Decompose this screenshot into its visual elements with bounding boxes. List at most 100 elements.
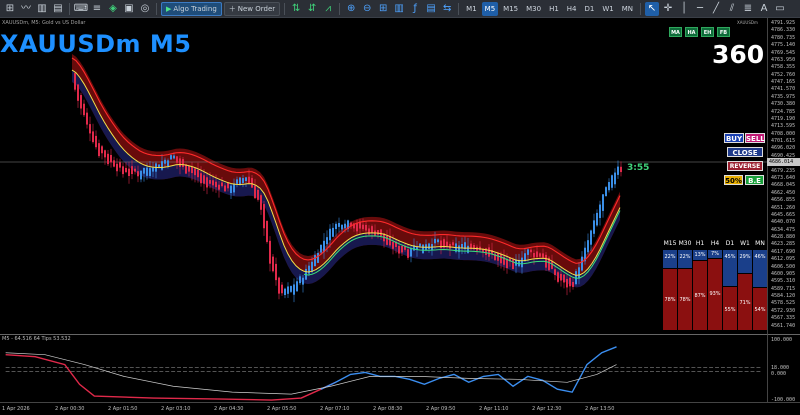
market-watch-icon[interactable]: ◈ [106, 2, 120, 16]
sell-chart-icon[interactable]: ⇵ [305, 2, 319, 16]
bar-countdown-timer: 3:55 [627, 163, 650, 173]
signals-icon[interactable]: ⩘ [321, 2, 335, 16]
bearish-candle [86, 112, 88, 125]
indicators-icon[interactable]: ▥ [392, 2, 406, 16]
strength-header-m30: M30 [678, 240, 692, 247]
fibonacci-icon[interactable]: ≣ [741, 2, 755, 16]
break-even-button[interactable]: B.E [745, 175, 764, 185]
text-tool-icon[interactable]: A [757, 2, 771, 16]
bearish-candle [212, 180, 214, 186]
strategy-tester-icon[interactable]: ◎ [138, 2, 152, 16]
vertical-line-icon[interactable]: │ [677, 2, 691, 16]
bearish-candle [110, 154, 112, 163]
zoom-out-icon[interactable]: ⊖ [360, 2, 374, 16]
bullish-candle [527, 249, 529, 255]
bearish-candle [77, 84, 79, 101]
timeframe-h1-button[interactable]: H1 [546, 2, 562, 16]
bearish-candle [275, 263, 277, 281]
close-half-button[interactable]: 50% [724, 175, 743, 185]
toolbar: ⊞ 〰 ▥ ▤ ⌨ ≡ ◈ ▣ ◎ ▶ Algo Trading ＋ New O… [0, 0, 800, 18]
sell-strength-cell: 93% [708, 259, 722, 330]
time-axis[interactable]: 1 Apr 2026 2 Apr 00:30 2 Apr 01:50 2 Apr 03… [0, 402, 800, 415]
bullish-candle [467, 245, 469, 253]
timeframe-m5-button[interactable]: M5 [481, 1, 499, 16]
candlestick-icon[interactable]: ▥ [35, 2, 49, 16]
price-tick-label: 4791.925 [771, 20, 796, 26]
bullish-candle [233, 183, 235, 193]
buy-button[interactable]: BUY [724, 133, 744, 143]
bullish-candle [326, 237, 328, 245]
price-tick-label: 4617.690 [771, 248, 796, 255]
bearish-candle [536, 251, 538, 258]
auto-scroll-icon[interactable]: ⇆ [440, 2, 454, 16]
strength-column-h1: 13% 87% [693, 250, 707, 330]
timeframe-h4-button[interactable]: H4 [564, 2, 580, 16]
bearish-candle [569, 277, 571, 287]
price-chart[interactable] [0, 18, 767, 334]
price-axis[interactable]: 4791.925 4786.330 4780.735 4775.140 4769.545… [767, 18, 800, 334]
objects-icon[interactable]: ƒ [408, 2, 422, 16]
toolbar-separator [284, 2, 286, 15]
bullish-candle [611, 175, 613, 188]
channel-icon[interactable]: ⫽ [725, 2, 739, 16]
ha-toggle-button[interactable]: HA [685, 27, 698, 37]
sell-strength-cell: 55% [723, 287, 737, 330]
line-chart-icon[interactable]: 〰 [19, 2, 33, 16]
price-tick-label: 4600.905 [771, 270, 796, 277]
shapes-icon[interactable]: ▭ [773, 2, 787, 16]
bearish-candle [104, 150, 106, 158]
strength-column-d1: 45% 55% [723, 250, 737, 330]
timeframe-mn-button[interactable]: MN [619, 2, 636, 16]
bearish-candle [254, 185, 256, 199]
toolbar-separator [339, 2, 341, 15]
toolbar-separator [156, 2, 157, 15]
toolbar-separator [69, 2, 70, 15]
bearish-candle [206, 177, 208, 188]
fb-toggle-button[interactable]: FB [717, 27, 730, 37]
bearish-candle [281, 284, 283, 294]
timeframe-d1-button[interactable]: D1 [582, 2, 598, 16]
sell-strength-cell: 78% [678, 268, 692, 330]
algo-trading-label: Algo Trading [173, 4, 217, 13]
bullish-candle [437, 239, 439, 243]
trend-line-icon[interactable]: ╱ [709, 2, 723, 16]
bearish-candle [572, 281, 574, 287]
bearish-candle [356, 223, 358, 232]
bullish-candle [587, 240, 589, 253]
cursor-cross-icon[interactable]: ✛ [661, 2, 675, 16]
navigator-icon[interactable]: ≡ [90, 2, 104, 16]
timeframe-m15-button[interactable]: M15 [500, 2, 521, 16]
timeframe-w1-button[interactable]: W1 [599, 2, 616, 16]
reverse-button[interactable]: REVERSE [727, 161, 763, 171]
horizontal-line-icon[interactable]: ─ [693, 2, 707, 16]
tile-windows-icon[interactable]: ⊞ [376, 2, 390, 16]
bearish-candle [260, 195, 262, 210]
ma-toggle-button[interactable]: MA [669, 27, 682, 37]
algo-trading-button[interactable]: ▶ Algo Trading [161, 1, 222, 16]
buy-chart-icon[interactable]: ⇅ [289, 2, 303, 16]
bearish-candle [80, 95, 82, 109]
sell-button[interactable]: SELL [745, 133, 765, 143]
zoom-in-icon[interactable]: ⊕ [344, 2, 358, 16]
timeframe-m30-button[interactable]: M30 [523, 2, 544, 16]
new-order-button[interactable]: ＋ New Order [223, 1, 281, 16]
strength-column-m15: 22% 78% [663, 250, 677, 330]
bullish-candle [329, 228, 331, 241]
bullish-candle [320, 244, 322, 253]
ide-icon[interactable]: ⌨ [74, 2, 88, 16]
data-window-icon[interactable]: ▣ [122, 2, 136, 16]
eh-toggle-button[interactable]: EH [701, 27, 714, 37]
timeframe-m1-button[interactable]: M1 [463, 2, 480, 16]
price-tick-label: 4567.335 [771, 315, 796, 322]
chart-grid-icon[interactable]: ▤ [51, 2, 65, 16]
bullish-candle [602, 194, 604, 211]
close-all-button[interactable]: CLOSE [727, 147, 763, 157]
buy-strength-cell: 22% [663, 250, 677, 268]
bearish-candle [407, 249, 409, 258]
bullish-candle [581, 256, 583, 271]
bearish-candle [218, 184, 220, 190]
crosshair-icon[interactable]: ↖ [645, 1, 659, 16]
templates-icon[interactable]: ▤ [424, 2, 438, 16]
bar-chart-icon[interactable]: ⊞ [3, 2, 17, 16]
oscillator-panel[interactable] [0, 334, 767, 402]
